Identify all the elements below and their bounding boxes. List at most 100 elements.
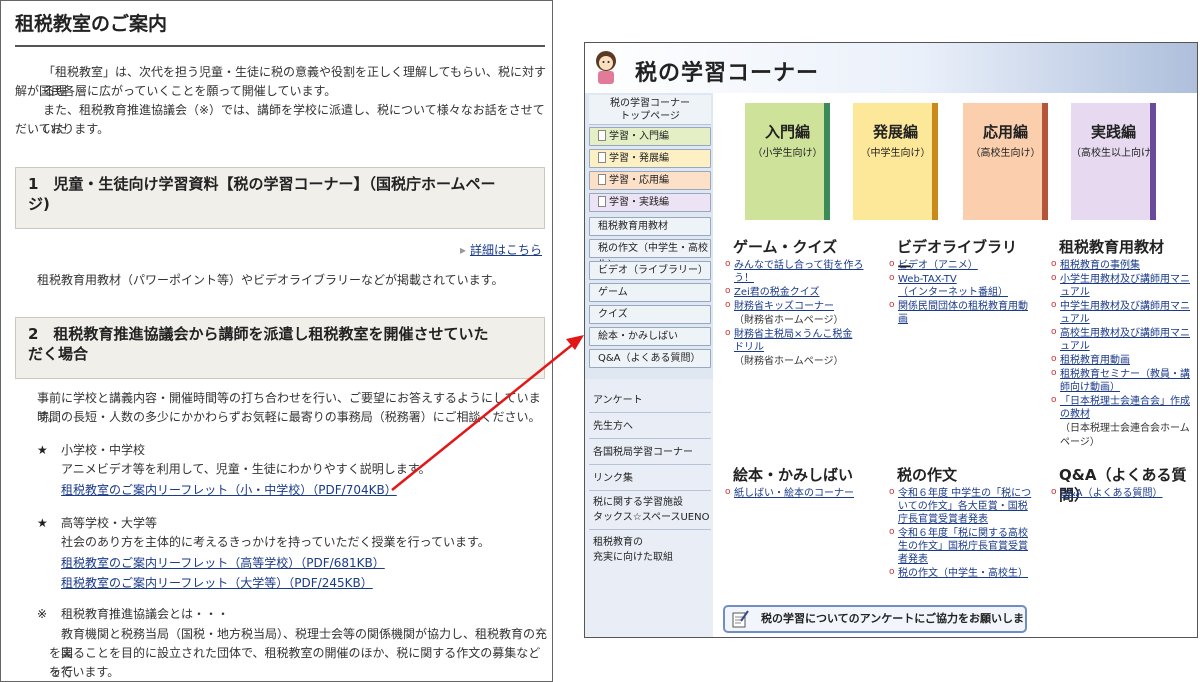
book-title: 応用編 (982, 123, 1028, 141)
section-1-heading: 1 児童・生徒向け学習資料【税の学習コーナー】（国税庁ホームペー ジ) (15, 167, 545, 229)
source-note: ページ） (1060, 437, 1100, 448)
category-link-text: ュアル (1060, 314, 1090, 325)
side-nav-top-line-1: 税の学習コーナー (610, 98, 690, 109)
side-nav-initiatives-line-2: 充実に向けた取組 (593, 552, 673, 563)
section-1-body: 租税教育用教材（パワーポイント等）やビデオライブラリーなどが掲載されています。 (37, 273, 504, 287)
category-link-text: Web-TAX-TV (898, 274, 957, 285)
list-materials: 租税教育の事例集小学生用教材及び講師用マニュアル中学生用教材及び講師用マニュアル… (1051, 258, 1193, 450)
category-link[interactable]: 財務省主税局×うんこ税金ドリル (725, 327, 875, 354)
category-link-text: 租税教育セミナー（教員・講 (1060, 369, 1190, 380)
leaflet-university-link[interactable]: 租税教室のご案内リーフレット（大学等）（PDF/245KB） (61, 574, 373, 591)
category-link[interactable]: 「日本税理士会連合会」作成の教材 (1051, 394, 1193, 421)
leaflet-highschool-link[interactable]: 租税教室のご案内リーフレット（高等学校）（PDF/681KB） (61, 554, 385, 571)
survey-text: 税の学習についてのアンケートにご協力をお願いします (761, 612, 1025, 637)
side-nav-practical-label: 学習・実践編 (609, 197, 669, 208)
book-intro[interactable]: 入門編 （小学生向け） (745, 103, 830, 220)
side-nav-applied[interactable]: 学習・応用編 (589, 171, 711, 190)
side-nav-lower: アンケート 先生方へ 各国税局学習コーナー リンク集 税に関する学習施設 タック… (585, 379, 713, 637)
category-link-text: みんなで話し合って街を作ろ (734, 260, 864, 271)
category-link-text: いての作文」各大臣賞・国税 (898, 501, 1028, 512)
category-link[interactable]: 令和６年度「税に関する高校生の作文」国税庁長官賞受賞者発表 (889, 526, 1039, 566)
category-link-text: の教材 (1060, 409, 1090, 420)
side-nav-development[interactable]: 学習・発展編 (589, 149, 711, 168)
side-nav-facility[interactable]: 税に関する学習施設 タックス☆スペースUENO (589, 495, 711, 530)
book-icon (598, 174, 606, 185)
section-1-heading-line-2: ジ) (28, 195, 50, 213)
section-2-body-2: 時間の長短・人数の多少にかかわらずお気軽に最寄りの事務局（税務署）にご相談くださ… (37, 410, 541, 424)
book-title: 実践編 (1090, 123, 1136, 141)
category-essay: 税の作文 (889, 465, 1031, 485)
side-nav-quiz[interactable]: クイズ (589, 305, 711, 324)
pencil-note-icon (732, 610, 749, 628)
intro-line-2: 解が国民各層に広がっていくことを願って開催しています。 (15, 84, 337, 98)
category-link[interactable]: 小学生用教材及び講師用マニュアル (1051, 272, 1193, 299)
category-link[interactable]: 租税教育セミナー（教員・講師向け動画） (1051, 367, 1193, 394)
book-applied[interactable]: 応用編 （高校生向け） (963, 103, 1048, 220)
tax-learning-corner-screenshot: 税の学習コーナー 税の学習コーナー トップページ 学習・入門編 学習・発展編 学… (584, 42, 1198, 638)
category-link[interactable]: Web-TAX-TV （インターネット番組） (889, 272, 1039, 299)
category-link[interactable]: 関係民間団体の租税教育用動画 (889, 299, 1039, 326)
category-link-text: 「日本税理士会連合会」作成 (1060, 396, 1190, 407)
category-link-text: 紙しばい・絵本のコーナー (734, 488, 854, 499)
page-title: 租税教室のご案内 (15, 13, 168, 35)
category-link-text: 画 (898, 314, 908, 325)
section-2-heading-line-1: 2 租税教育推進協議会から講師を派遣し租税教室を開催させていた (28, 325, 489, 343)
side-nav-qa[interactable]: Q&A（よくある質問） (589, 349, 711, 368)
category-link[interactable]: みんなで話し合って街を作ろう！ (725, 258, 875, 285)
side-nav-picturebook[interactable]: 絵本・かみしばい (589, 327, 711, 346)
category-link-text: ュアル (1060, 341, 1090, 352)
book-icon (598, 152, 606, 163)
side-nav-applied-label: 学習・応用編 (609, 175, 669, 186)
category-link-text: 庁長官賞受賞者発表 (898, 514, 988, 525)
book-icon (598, 196, 606, 207)
arrow-head (566, 335, 584, 350)
category-link[interactable]: 令和６年度 中学生の「税についての作文」各大臣賞・国税庁長官賞受賞者発表 (889, 486, 1039, 526)
category-link-text: 関係民間団体の租税教育用動 (898, 301, 1028, 312)
side-nav-game[interactable]: ゲーム (589, 283, 711, 302)
category-link-text: 師向け動画） (1060, 382, 1120, 393)
category-link[interactable]: 紙しばい・絵本のコーナー (725, 486, 875, 500)
girl-mascot-icon (596, 51, 616, 84)
side-nav-survey[interactable]: アンケート (589, 393, 711, 413)
side-nav-initiatives[interactable]: 租税教育の 充実に向けた取組 (589, 535, 711, 569)
list-picturebook: 紙しばい・絵本のコーナー (725, 486, 875, 501)
side-nav-practical[interactable]: 学習・実践編 (589, 193, 711, 212)
book-title: 発展編 (872, 123, 918, 141)
source-note: （財務省ホームページ） (734, 356, 844, 367)
section-1-heading-line-1: 1 児童・生徒向け学習資料【税の学習コーナー】（国税庁ホームペー (28, 175, 496, 193)
survey-banner[interactable]: 税の学習についてのアンケートにご協力をお願いします (723, 605, 1027, 637)
side-nav-essay[interactable]: 税の作文（中学生・高校生） (589, 239, 711, 271)
note-line-2: を図ることを目的に設立された団体で、租税教室の開催のほか、税に関する作文の募集な… (49, 646, 541, 679)
side-nav-facility-line-2: タックス☆スペースUENO (593, 512, 710, 523)
side-nav-links[interactable]: リンク集 (589, 471, 711, 491)
category-link-text: 税の作文（中学生・高校生） (898, 568, 1028, 579)
category-link[interactable]: Q&A（よくある質問） (1051, 486, 1193, 500)
details-link[interactable]: 詳細はこちら (460, 241, 542, 258)
category-link-text: Zei君の税金クイズ (734, 287, 820, 298)
category-qa: Q&A（よくある質問） (1051, 465, 1193, 504)
category-link[interactable]: 財務省キッズコーナー (725, 299, 875, 313)
book-practical[interactable]: 実践編 （高校生以上向け） (1071, 103, 1161, 220)
side-nav-materials[interactable]: 租税教育用教材 (589, 217, 711, 236)
category-link[interactable]: Zei君の税金クイズ (725, 285, 875, 299)
list-qa: Q&A（よくある質問） (1051, 486, 1193, 501)
category-link[interactable]: 租税教育の事例集 (1051, 258, 1193, 272)
category-link[interactable]: 高校生用教材及び講師用マニュアル (1051, 326, 1193, 353)
side-nav-regional[interactable]: 各国税局学習コーナー (589, 445, 711, 465)
book-development[interactable]: 発展編 （中学生向け） (853, 103, 938, 220)
category-picturebook: 絵本・かみしばい (725, 465, 867, 485)
side-nav-intro[interactable]: 学習・入門編 (589, 127, 711, 146)
category-link[interactable]: 租税教育用動画 (1051, 353, 1193, 367)
leaflet-elementary-link[interactable]: 租税教室のご案内リーフレット（小・中学校）（PDF/704KB） (61, 481, 397, 498)
category-link-text: Q&A（よくある質問） (1060, 488, 1163, 499)
category-link[interactable]: 税の作文（中学生・高校生） (889, 566, 1039, 580)
list-essay: 令和６年度 中学生の「税についての作文」各大臣賞・国税庁長官賞受賞者発表令和６年… (889, 486, 1039, 581)
category-link[interactable]: ビデオ（アニメ） (889, 258, 1039, 272)
side-nav-top-link[interactable]: 税の学習コーナー トップページ (589, 95, 711, 125)
left-panel: 租税教室のご案内 「租税教室」は、次代を担う児童・生徒に税の意義や役割を正しく理… (0, 0, 553, 682)
side-nav-teachers[interactable]: 先生方へ (589, 419, 711, 439)
category-link[interactable]: 中学生用教材及び講師用マニュアル (1051, 299, 1193, 326)
side-nav-video[interactable]: ビデオ（ライブラリー） (589, 261, 711, 280)
list-game-quiz: みんなで話し合って街を作ろう！ Zei君の税金クイズ財務省キッズコーナー （財務省ホ… (725, 258, 875, 369)
side-nav-facility-line-1: 税に関する学習施設 (593, 497, 683, 508)
